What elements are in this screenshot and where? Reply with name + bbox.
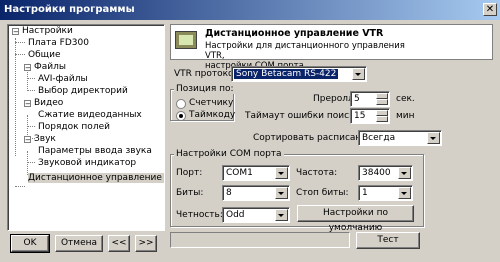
frequency-label: Частота: [296,168,338,178]
tree-item-remote-vtr[interactable]: Дистанционное управление V [28,172,164,184]
tree-item-sound[interactable]: Звук [34,133,56,145]
bits-label: Биты: [176,188,204,198]
parity-select[interactable]: Odd [222,207,290,223]
tree-item-field-order[interactable]: Порядок полей [38,121,110,133]
preroll-spinner[interactable]: 5 [350,91,390,107]
radio-counter-label: Счетчику [189,98,234,108]
spin-down-icon[interactable] [376,99,388,105]
tree-item-directories[interactable]: Выбор директорий [38,85,128,97]
page-description-line-1: Настройки для дистанционного управления … [205,41,405,61]
com-port-group-title: Настройки COM порта [174,149,284,159]
timeout-unit: мин [396,111,415,121]
settings-window: Настройки программы ✕ − Настройки Плата … [0,0,500,262]
chevron-down-icon[interactable] [398,187,411,199]
timeout-label: Таймаут ошибки поиска: [245,111,364,121]
close-button[interactable]: ✕ [483,3,497,16]
chevron-down-icon[interactable] [275,187,288,199]
tree-item-fd300[interactable]: Плата FD300 [28,37,89,49]
tree-item-files[interactable]: Файлы [34,61,66,73]
tree-item-general[interactable]: Общие [28,49,61,61]
title-bar[interactable]: Настройки программы ✕ [0,0,500,20]
stop-bits-label: Стоп биты: [296,188,349,198]
cancel-button[interactable]: Отмена [55,235,103,252]
tree-item-audio-input[interactable]: Параметры ввода звука [38,145,152,157]
radio-timecode[interactable] [176,111,186,121]
spin-down-icon[interactable] [376,116,388,122]
sort-select[interactable]: Всегда [358,130,442,146]
parity-label: Четность: [176,210,223,220]
chevron-down-icon[interactable] [352,68,365,80]
page-header: Дистанционное управление VTR Настройки д… [170,24,493,71]
chevron-down-icon[interactable] [275,167,288,179]
tree-item-avi-files[interactable]: AVI-файлы [38,73,88,85]
chevron-down-icon[interactable] [275,209,288,221]
prev-button[interactable]: << [108,235,130,252]
tree-item-video[interactable]: Видео [34,97,63,109]
radio-timecode-label: Таймкоду [189,110,236,120]
tree-item-compression[interactable]: Сжатие видеоданных [38,109,142,121]
timeout-spinner[interactable]: 15 [350,108,390,124]
bits-select[interactable]: 8 [222,185,290,201]
test-button[interactable]: Тест [356,232,420,249]
settings-tree[interactable]: − Настройки Плата FD300 Общие − Файлы AV… [7,24,165,231]
frequency-select[interactable]: 38400 [358,165,413,181]
chevron-down-icon[interactable] [398,167,411,179]
stop-bits-select[interactable]: 1 [358,185,413,201]
defaults-button[interactable]: Настройки по умолчанию [297,205,414,233]
page-title: Дистанционное управление VTR [205,28,384,39]
tree-item-audio-meter[interactable]: Звуковой индикатор [38,157,136,169]
close-icon: ✕ [485,4,495,15]
status-progress [170,232,350,248]
collapse-icon[interactable]: − [24,64,31,72]
vtr-protocol-select[interactable]: Sony Betacam RS-422 [231,66,367,82]
chevron-down-icon[interactable] [427,132,440,144]
collapse-icon[interactable]: − [12,28,19,36]
ok-button[interactable]: OK [10,234,50,253]
tree-item-settings[interactable]: Настройки [22,25,73,37]
tv-icon [175,31,197,49]
position-group-title: Позиция по: [174,84,236,94]
port-select[interactable]: COM1 [222,165,290,181]
window-title: Настройки программы [4,4,135,15]
radio-counter[interactable] [176,99,186,109]
collapse-icon[interactable]: − [24,136,31,144]
next-button[interactable]: >> [135,235,157,252]
port-label: Порт: [176,168,203,178]
preroll-unit: сек. [396,94,415,104]
collapse-icon[interactable]: − [24,100,31,108]
